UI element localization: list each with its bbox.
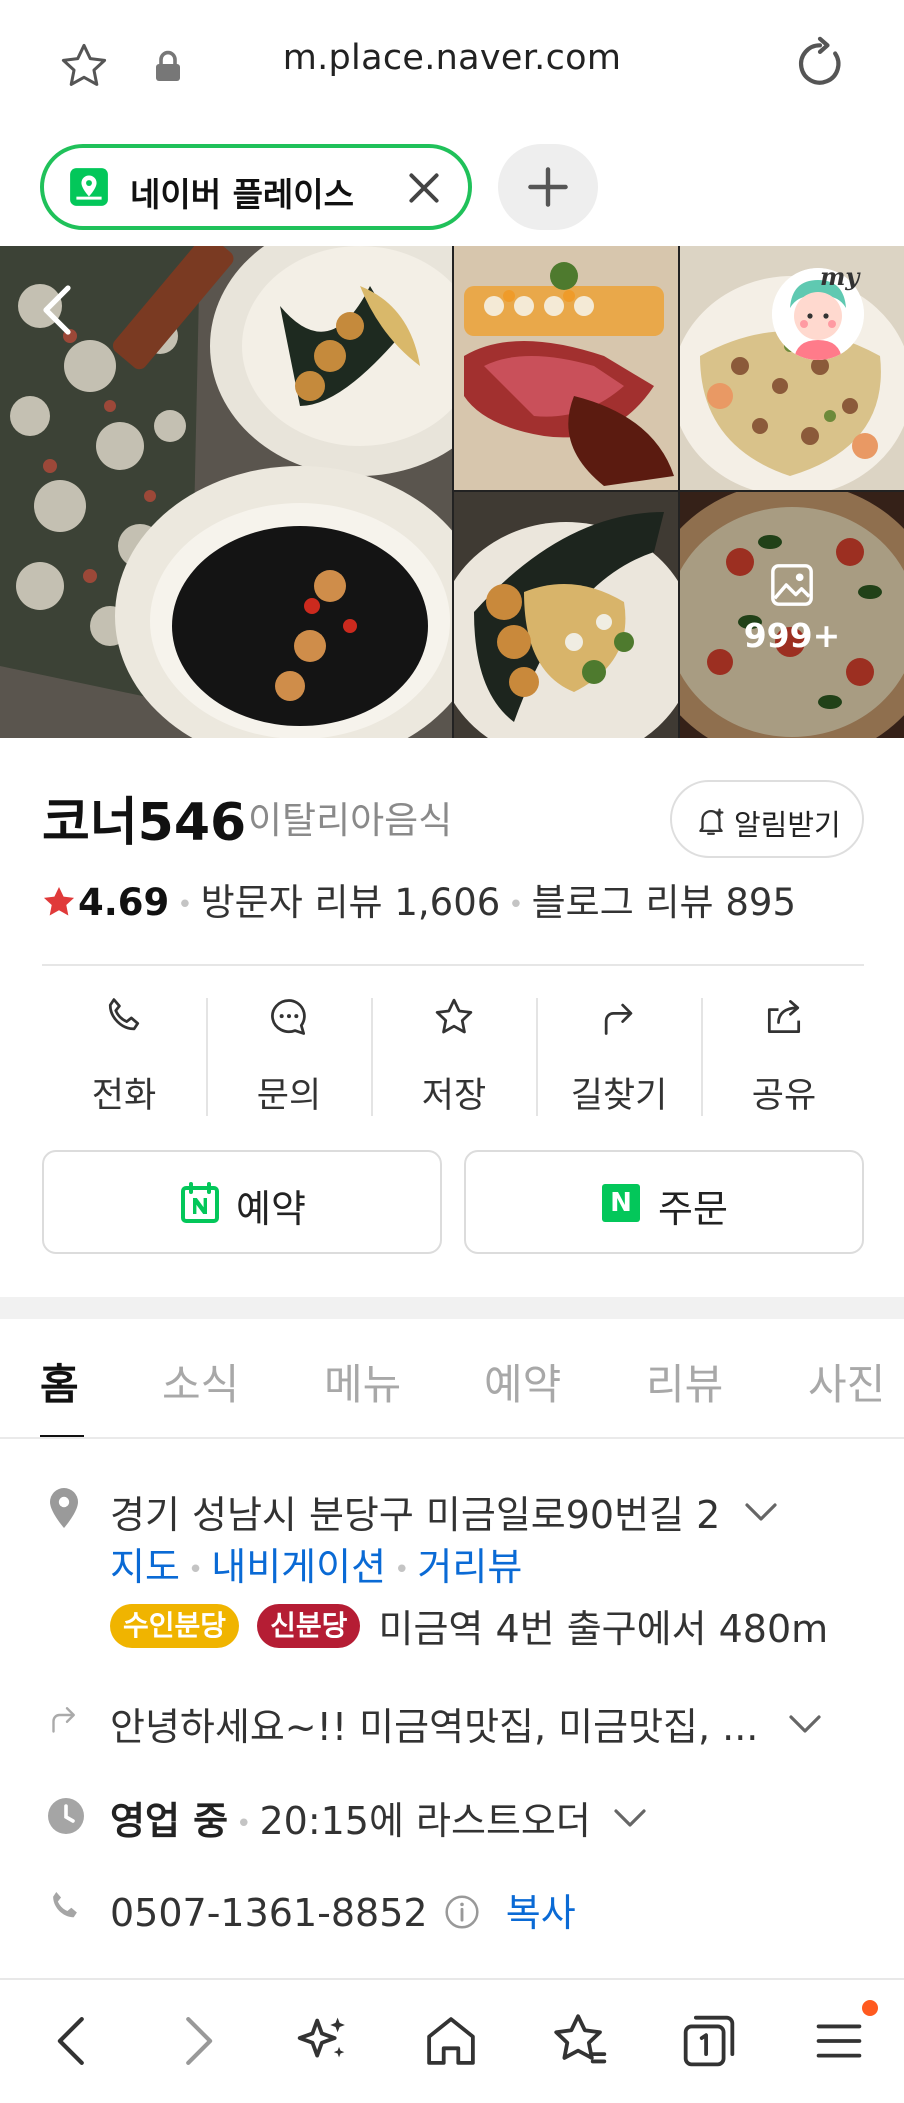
directions-icon [604,1003,633,1035]
subway-distance: 미금역 4번 출구에서 480m [378,1607,829,1651]
forward-icon[interactable] [162,2006,232,2076]
chat-icon [271,999,306,1035]
blog-reviews-link[interactable]: 블로그 리뷰 895 [532,881,796,924]
action-directions-label: 길찾기 [570,1076,668,1116]
browser-bottom-nav [0,1978,904,2103]
action-bar: 전화 문의 저장 길찾기 공유 [42,995,864,1119]
subway-line-badge-sinbundang: 신분당 [257,1603,361,1648]
description-arrow-icon [46,1700,82,1740]
chevron-down-icon [744,1489,778,1533]
rating-row: 4.69 • 방문자 리뷰 1,606 • 블로그 리뷰 895 [40,872,796,924]
close-tab-icon[interactable] [406,170,442,210]
tab-reservation[interactable]: 예약 [484,1351,561,1412]
share-icon [767,1000,801,1034]
photo-pasta[interactable]: my [680,246,904,490]
notification-dot [862,2000,878,2016]
calendar-naver-icon [180,1182,220,1228]
reserve-button[interactable]: 예약 [42,1150,442,1254]
tabs-icon[interactable] [674,2006,744,2076]
photo-prev-icon[interactable] [38,282,74,342]
reload-icon[interactable] [792,36,848,96]
section-tabs: 홈 소식 메뉴 예약 리뷰 사진 [0,1319,904,1439]
subway-line-badge-suin: 수인분당 [110,1603,240,1648]
description-text: 안녕하세요~!! 미금역맛집, 미금맛집, ... [110,1705,759,1749]
tab-photos[interactable]: 사진 [808,1351,885,1412]
street-view-link[interactable]: 거리뷰 [417,1545,522,1589]
photo-pizza[interactable]: 999+ [680,492,904,738]
phone-number[interactable]: 0507-1361-8852 [110,1891,428,1935]
browser-top-bar: m.place.naver.com [0,0,904,130]
chevron-down-icon [788,1701,822,1745]
address-text: 경기 성남시 분당구 미금일로90번길 2 [110,1493,721,1537]
map-link[interactable]: 지도 [110,1545,180,1589]
hours-row[interactable]: 영업 중 • 20:15에 라스트오더 [110,1790,647,1845]
profile-badge-text: my [820,262,860,291]
home-icon[interactable] [416,2006,486,2076]
menu-icon[interactable] [804,2006,874,2076]
action-save-label: 저장 [421,1076,487,1116]
main-photo[interactable] [0,246,452,738]
active-tab-indicator [40,1435,84,1437]
bookmarks-icon[interactable] [546,2006,616,2076]
naver-n-icon: N [602,1184,640,1222]
photo-gallery: my 999+ [0,246,904,738]
tab-reviews[interactable]: 리뷰 [646,1351,723,1412]
order-button[interactable]: N 주문 [464,1150,864,1254]
rating-star-icon [40,883,78,930]
order-label: 주문 [658,1187,728,1231]
place-name: 코너546 [42,793,247,853]
description-row[interactable]: 안녕하세요~!! 미금역맛집, 미금맛집, ... [110,1696,822,1751]
phone-row: 0507-1361-8852 복사 [110,1882,576,1939]
open-status: 영업 중 [110,1799,229,1843]
browser-tab-bar: 네이버 플레이스 [0,130,904,246]
browser-tab-label: 네이버 플레이스 [130,175,355,214]
action-directions[interactable]: 길찾기 [537,995,701,1119]
place-category: 이탈리아음식 [248,799,453,842]
action-call-label: 전화 [91,1076,157,1116]
rating-value: 4.69 [78,881,170,924]
plus-icon [528,167,568,207]
gallery-icon [769,562,815,612]
browser-tab[interactable]: 네이버 플레이스 [40,144,472,230]
photo-steak[interactable] [454,246,678,490]
action-inquiry[interactable]: 문의 [207,995,371,1119]
photo-count[interactable]: 999+ [680,616,904,655]
tab-home[interactable]: 홈 [40,1351,79,1412]
star-icon [435,998,473,1034]
alarm-label: 알림받기 [734,808,841,842]
phone-small-icon [46,1888,84,1930]
naver-place-icon [68,166,110,212]
address-row[interactable]: 경기 성남시 분당구 미금일로90번길 2 [110,1484,778,1539]
new-tab-button[interactable] [498,144,598,230]
last-order-text: 20:15에 라스트오더 [259,1799,591,1843]
action-share-label: 공유 [751,1076,817,1116]
action-share[interactable]: 공유 [702,995,866,1119]
chevron-down-icon [613,1795,647,1839]
navigation-link[interactable]: 내비게이션 [211,1545,386,1589]
section-gap [0,1297,904,1319]
location-pin-icon [46,1486,82,1534]
tab-news[interactable]: 소식 [162,1351,239,1412]
action-save[interactable]: 저장 [372,995,536,1119]
header-divider [42,964,864,966]
clock-icon [46,1796,86,1840]
subway-row: 수인분당 신분당 미금역 4번 출구에서 480m [110,1598,828,1653]
photo-seafood-pasta[interactable] [454,492,678,738]
alarm-button[interactable]: 알림받기 [670,780,864,858]
phone-icon [108,998,140,1031]
reserve-label: 예약 [236,1187,306,1231]
bell-icon [694,804,728,842]
tab-menu[interactable]: 메뉴 [324,1351,401,1412]
info-circle-icon[interactable] [444,1894,480,1939]
visitor-reviews-link[interactable]: 방문자 리뷰 1,606 [201,881,501,924]
ai-sparkle-icon[interactable] [288,2006,358,2076]
copy-phone-link[interactable]: 복사 [506,1891,576,1935]
map-links-row: 지도 • 내비게이션 • 거리뷰 [110,1545,523,1589]
url-text[interactable]: m.place.naver.com [0,38,904,78]
back-icon[interactable] [38,2006,108,2076]
action-inquiry-label: 문의 [256,1076,322,1116]
action-call[interactable]: 전화 [42,995,206,1119]
